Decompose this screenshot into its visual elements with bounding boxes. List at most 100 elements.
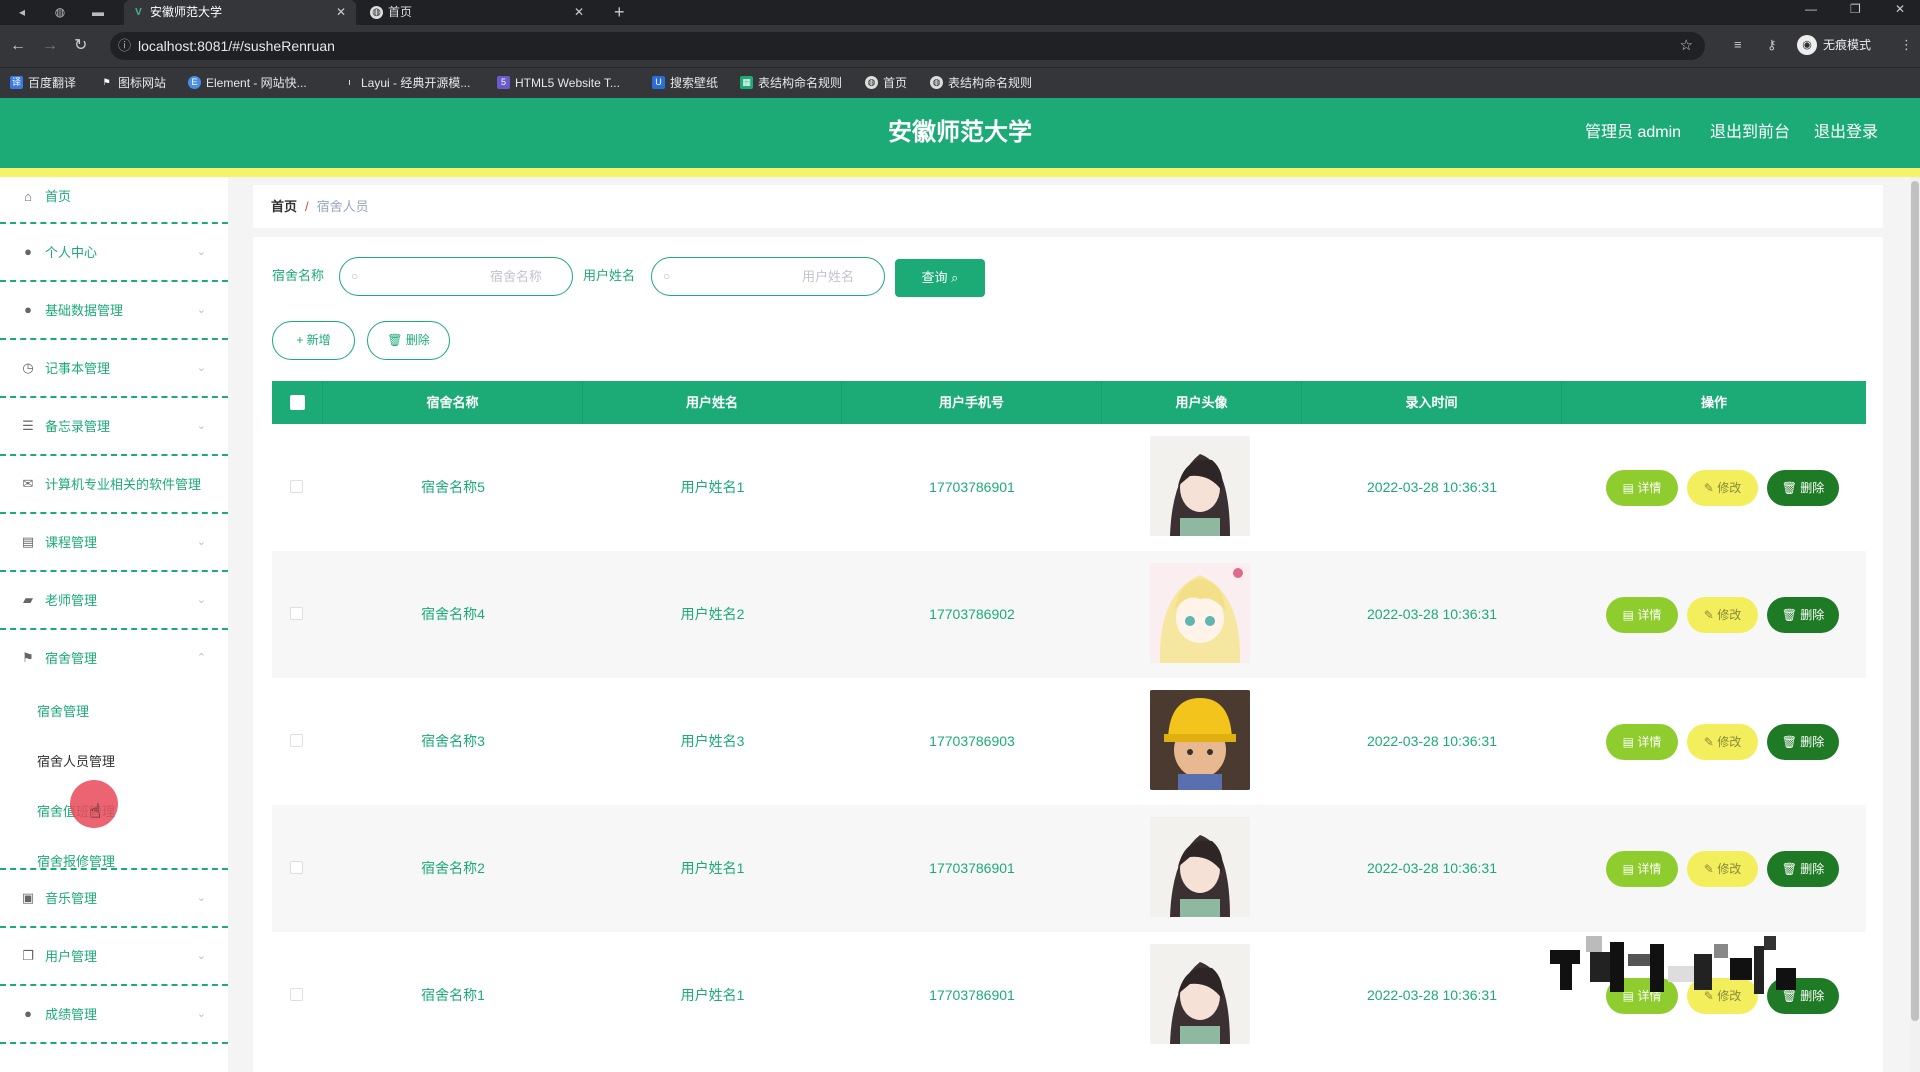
page-scrollbar[interactable] <box>1910 177 1920 1072</box>
edit-button[interactable]: ✎ 修改 <box>1687 597 1758 633</box>
sidebar-item-users[interactable]: ❐ 用户管理 ⌄ <box>0 928 228 986</box>
user-icon: ● <box>24 1006 32 1021</box>
edit-button[interactable]: ✎ 修改 <box>1687 851 1758 887</box>
scrollbar-thumb[interactable] <box>1911 181 1919 1021</box>
query-button[interactable]: 查询 ⌕ <box>895 259 985 297</box>
chevron-up-icon: ⌃ <box>196 652 206 664</box>
sidebar-subitem-dorm[interactable]: 宿舍管理 <box>37 702 89 722</box>
sidebar-subitem-dorm-repair[interactable]: 宿舍报修管理 <box>37 852 115 872</box>
user-name-input[interactable] <box>676 266 856 287</box>
forward-icon[interactable]: → <box>42 37 58 55</box>
dorm-name-field[interactable]: ○ <box>339 257 573 296</box>
sliders-icon: ☰ <box>22 418 34 433</box>
sidebar-item-course[interactable]: ▤ 课程管理 ⌄ <box>0 514 228 572</box>
cell-user: 用户姓名1 <box>680 479 745 495</box>
anime-blonde-avatar <box>1150 563 1250 663</box>
bookmark-item[interactable]: 5 HTML5 Website T... <box>497 75 620 91</box>
row-checkbox[interactable] <box>290 734 303 747</box>
back-icon[interactable]: ← <box>10 37 26 55</box>
cell-phone: 17703786902 <box>929 606 1015 622</box>
restore-icon[interactable]: ❐ <box>1850 0 1861 18</box>
pencil-icon: ✎ <box>1703 735 1714 749</box>
bookmark-item[interactable]: U 搜索壁纸 <box>652 75 718 91</box>
globe-icon[interactable]: ◍ <box>52 4 68 20</box>
detail-button[interactable]: ▤ 详情 <box>1606 724 1678 760</box>
breadcrumb-home[interactable]: 首页 <box>271 199 297 214</box>
row-checkbox[interactable] <box>290 480 303 493</box>
bookmark-item[interactable]: ⚑ 图标网站 <box>100 75 166 91</box>
logout-link[interactable]: 退出登录 <box>1814 98 1878 168</box>
minimize-icon[interactable]: — <box>1805 0 1817 18</box>
sidebar-item-software[interactable]: ✉ 计算机专业相关的软件管理 <box>0 456 228 514</box>
sidebar-item-music[interactable]: ▣ 音乐管理 ⌄ <box>0 870 228 928</box>
bookmark-item[interactable]: ◍ 表结构命名规则 <box>930 75 1032 91</box>
bookmark-item[interactable]: ı Layui - 经典开源模... <box>343 75 470 91</box>
sidebar-item-notebook[interactable]: ◷ 记事本管理 ⌄ <box>0 340 228 398</box>
sidebar-item-memo[interactable]: ☰ 备忘录管理 ⌄ <box>0 398 228 456</box>
search-icon: ⌕ <box>951 270 959 285</box>
mail-icon: ✉ <box>22 476 34 491</box>
user-name-field[interactable]: ○ <box>651 257 885 296</box>
delete-button[interactable]: 🗑 删除 <box>1767 470 1839 506</box>
row-checkbox[interactable] <box>290 861 303 874</box>
detail-button[interactable]: ▤ 详情 <box>1606 851 1678 887</box>
new-tab-button[interactable]: + <box>614 0 625 24</box>
dorm-name-label: 宿舍名称 <box>272 268 325 283</box>
edit-button[interactable]: ✎ 修改 <box>1687 470 1758 506</box>
bookmark-item[interactable]: 译百度翻译 <box>10 75 76 91</box>
add-button[interactable]: + 新增 <box>272 321 355 360</box>
delete-button[interactable]: 🗑 删除 <box>1767 597 1839 633</box>
reading-list-icon[interactable]: ≡ <box>1734 35 1742 55</box>
reload-icon[interactable]: ↻ <box>74 37 87 55</box>
detail-button[interactable]: ▤ 详情 <box>1606 597 1678 633</box>
info-icon[interactable]: ⓘ <box>118 32 131 60</box>
sidebar-item-basic-data[interactable]: ● 基础数据管理 ⌄ <box>0 282 228 340</box>
select-all-checkbox[interactable] <box>290 395 305 410</box>
more-menu-icon[interactable]: ⋮ <box>1900 35 1913 55</box>
col-entry-time: 录入时间 <box>1302 381 1562 424</box>
pencil-icon: ✎ <box>1703 862 1714 876</box>
close-window-icon[interactable]: ✕ <box>1895 0 1905 18</box>
detail-button[interactable]: ▤ 详情 <box>1606 470 1678 506</box>
close-tab-icon[interactable]: ✕ <box>336 0 346 25</box>
sidebar-item-profile[interactable]: ● 个人中心 ⌄ <box>0 224 228 282</box>
edit-button[interactable]: ✎ 修改 <box>1687 724 1758 760</box>
sidebar-item-home[interactable]: ⌂ 首页 <box>0 177 228 224</box>
speaker-icon[interactable]: ◂ <box>14 4 30 20</box>
cell-dorm: 宿舍名称5 <box>421 479 485 495</box>
exit-to-front-link[interactable]: 退出到前台 <box>1710 98 1790 168</box>
close-tab-icon[interactable]: ✕ <box>574 0 584 25</box>
window-icon[interactable]: ▬ <box>90 4 106 20</box>
batch-delete-button[interactable]: 🗑 删除 <box>367 321 450 360</box>
bookmark-star-icon[interactable]: ☆ <box>1680 32 1693 60</box>
row-checkbox[interactable] <box>290 607 303 620</box>
translate-icon: 译 <box>10 76 23 89</box>
globe-icon: ◍ <box>865 76 878 89</box>
dorm-name-input[interactable] <box>364 266 544 287</box>
incognito-badge[interactable]: ◉ 无痕模式 <box>1797 33 1871 57</box>
sidebar-item-teacher[interactable]: ▰ 老师管理 ⌄ <box>0 572 228 630</box>
globe-icon: ◍ <box>370 6 383 19</box>
cell-time: 2022-03-28 10:36:31 <box>1367 606 1497 622</box>
copy-icon: ❐ <box>22 948 34 963</box>
delete-button[interactable]: 🗑 删除 <box>1767 851 1839 887</box>
tab-app[interactable]: V 安徽师范大学 ✕ <box>124 0 356 25</box>
cell-phone: 17703786903 <box>929 733 1015 749</box>
bookmark-item[interactable]: ▦ 表结构命名规则 <box>740 75 842 91</box>
incognito-icon: ◉ <box>1797 35 1817 55</box>
tab-title: 安徽师范大学 <box>150 5 223 19</box>
tab-home[interactable]: ◍ 首页 ✕ <box>362 0 594 25</box>
sidebar-subitem-dorm-members[interactable]: 宿舍人员管理 <box>37 752 115 772</box>
table-row: 宿舍名称2 用户姓名1 17703786901 2022-03-28 10:36… <box>272 805 1866 932</box>
breadcrumb-current: 宿舍人员 <box>316 199 369 214</box>
row-checkbox[interactable] <box>290 988 303 1001</box>
delete-button[interactable]: 🗑 删除 <box>1767 724 1839 760</box>
bookmark-item[interactable]: E Element - 网站快... <box>188 75 307 91</box>
key-icon[interactable]: ⚷ <box>1767 35 1777 55</box>
app-header: 安徽师范大学 管理员 admin 退出到前台 退出登录 <box>0 98 1920 168</box>
table-header: 宿舍名称 用户姓名 用户手机号 用户头像 录入时间 操作 <box>272 381 1866 424</box>
sidebar-item-dorm[interactable]: ⚑ 宿舍管理 ⌃ <box>0 630 228 870</box>
sidebar-item-grades[interactable]: ● 成绩管理 ⌄ <box>0 986 228 1044</box>
address-bar[interactable]: ⓘ localhost:8081/#/susheRenruan ☆ <box>110 32 1705 60</box>
bookmark-item[interactable]: ◍ 首页 <box>865 75 907 91</box>
